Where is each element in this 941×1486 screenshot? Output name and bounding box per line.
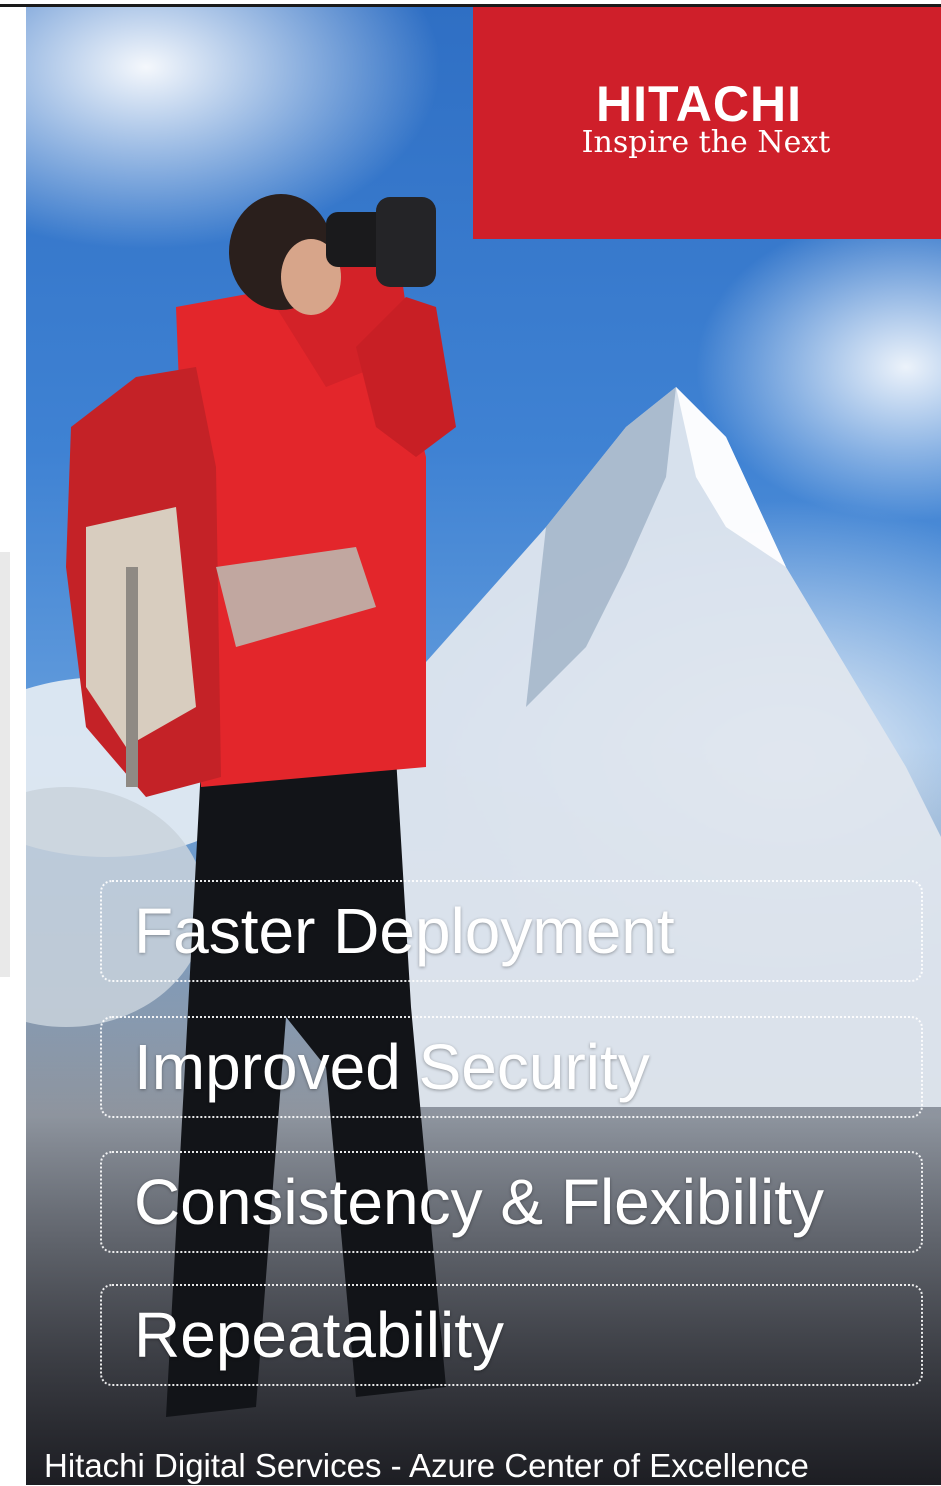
left-side-band xyxy=(0,552,10,977)
feature-label: Consistency & Flexibility xyxy=(134,1166,824,1238)
hitachi-logo-block: HITACHI Inspire the Next xyxy=(473,7,941,239)
feature-label: Repeatability xyxy=(134,1299,504,1371)
left-margin xyxy=(0,7,26,552)
brand-tagline: Inspire the Next xyxy=(581,125,831,160)
hitachi-wordmark: HITACHI xyxy=(595,76,803,132)
footer-caption: Hitachi Digital Services - Azure Center … xyxy=(44,1447,809,1484)
feature-consistency-flexibility: Consistency & Flexibility xyxy=(100,1151,923,1253)
feature-faster-deployment: Faster Deployment xyxy=(100,880,923,982)
feature-label: Faster Deployment xyxy=(134,895,675,967)
feature-repeatability: Repeatability xyxy=(100,1284,923,1386)
feature-label: Improved Security xyxy=(134,1031,650,1103)
feature-improved-security: Improved Security xyxy=(100,1016,923,1118)
